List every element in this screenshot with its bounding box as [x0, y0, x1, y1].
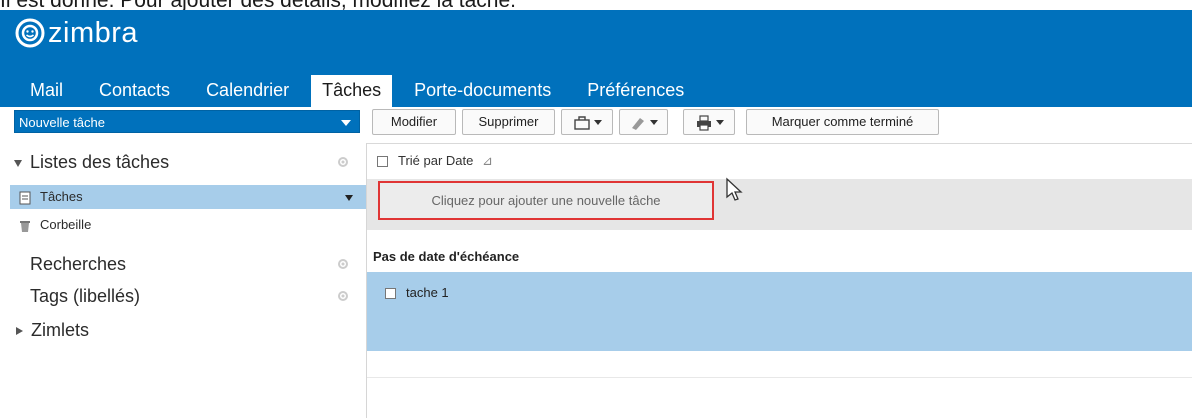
app-logo[interactable]: zimbra — [14, 16, 138, 50]
chevron-down-icon — [650, 120, 658, 126]
task-name: tache 1 — [406, 285, 449, 300]
print-button[interactable] — [683, 109, 735, 135]
task-checkbox[interactable] — [385, 288, 396, 300]
tab-contacts[interactable]: Contacts — [81, 75, 188, 107]
tag-button[interactable] — [619, 109, 668, 135]
sidebar-item-corbeille[interactable]: Corbeille — [10, 213, 370, 237]
group-header-no-due-date: Pas de date d'échéance — [373, 249, 520, 264]
tab-porte-documents[interactable]: Porte-documents — [396, 75, 569, 107]
move-button[interactable] — [561, 109, 613, 135]
zimlets-label: Zimlets — [31, 320, 89, 340]
logo-text: zimbra — [48, 16, 139, 49]
add-task-row: Cliquez pour ajouter une nouvelle tâche — [367, 179, 1192, 230]
sort-label: Trié par Date — [398, 153, 474, 168]
sidebar-task-lists-header[interactable]: Listes des tâches — [0, 149, 360, 175]
supprimer-button[interactable]: Supprimer — [462, 109, 555, 135]
tab-taches[interactable]: Tâches — [311, 75, 393, 107]
new-task-button[interactable]: Nouvelle tâche — [14, 110, 360, 133]
sidebar-tags[interactable]: Tags (libellés) — [0, 283, 360, 309]
recherches-label: Recherches — [30, 254, 127, 274]
select-all-checkbox[interactable] — [377, 156, 388, 168]
tab-calendrier[interactable]: Calendrier — [188, 75, 307, 107]
gear-icon[interactable] — [336, 257, 350, 271]
zimbra-logo-icon — [15, 18, 45, 48]
sidebar-zimlets[interactable]: Zimlets — [0, 317, 360, 343]
app-tabs: Mail Contacts Calendrier Tâches Porte-do… — [0, 71, 702, 107]
chevron-down-icon[interactable] — [341, 120, 351, 126]
modifier-button[interactable]: Modifier — [372, 109, 456, 135]
collapse-arrow-icon[interactable] — [14, 159, 22, 167]
printer-icon — [696, 114, 711, 131]
sidebar-item-taches[interactable]: Tâches — [10, 185, 367, 209]
top-bar: zimbra Mail Contacts Calendrier Tâches P… — [0, 10, 1192, 107]
task-lists-label: Listes des tâches — [30, 152, 170, 172]
toolbar: Nouvelle tâche Modifier Supprimer Marque… — [0, 107, 1192, 144]
trash-icon — [20, 220, 30, 232]
chevron-down-icon — [715, 120, 724, 126]
gear-icon[interactable] — [336, 155, 350, 169]
tags-label: Tags (libellés) — [30, 286, 141, 306]
chevron-down-icon — [593, 120, 602, 126]
gear-icon[interactable] — [336, 289, 350, 303]
tag-icon — [632, 117, 644, 130]
add-task-input[interactable]: Cliquez pour ajouter une nouvelle tâche — [378, 181, 714, 220]
sidebar: Listes des tâches Tâches Corbeille Reche… — [0, 143, 367, 418]
task-list-pane: Trié par Date ⊿ Cliquez pour ajouter une… — [367, 143, 1192, 418]
tab-mail[interactable]: Mail — [0, 75, 81, 107]
mouse-cursor-icon — [726, 177, 743, 201]
tab-preferences[interactable]: Préférences — [569, 75, 702, 107]
mark-done-button[interactable]: Marquer comme terminé — [746, 109, 939, 135]
sort-header[interactable]: Trié par Date ⊿ — [367, 143, 1192, 179]
new-task-label: Nouvelle tâche — [19, 115, 105, 130]
sidebar-item-label: Tâches — [40, 189, 83, 204]
page-caption: Il est donné. Pour ajouter des détails, … — [0, 0, 1192, 10]
task-item[interactable]: tache 1 — [385, 283, 449, 303]
sort-direction-icon: ⊿ — [482, 153, 493, 168]
chevron-down-icon[interactable] — [345, 195, 353, 201]
table-row[interactable]: tache 1 — [367, 272, 1192, 351]
task-list-icon — [19, 191, 31, 205]
sidebar-recherches[interactable]: Recherches — [0, 251, 360, 277]
sidebar-item-label: Corbeille — [40, 217, 92, 232]
expand-arrow-icon[interactable] — [16, 327, 23, 336]
move-folder-icon — [573, 115, 590, 130]
list-bottom-divider — [367, 377, 1192, 378]
